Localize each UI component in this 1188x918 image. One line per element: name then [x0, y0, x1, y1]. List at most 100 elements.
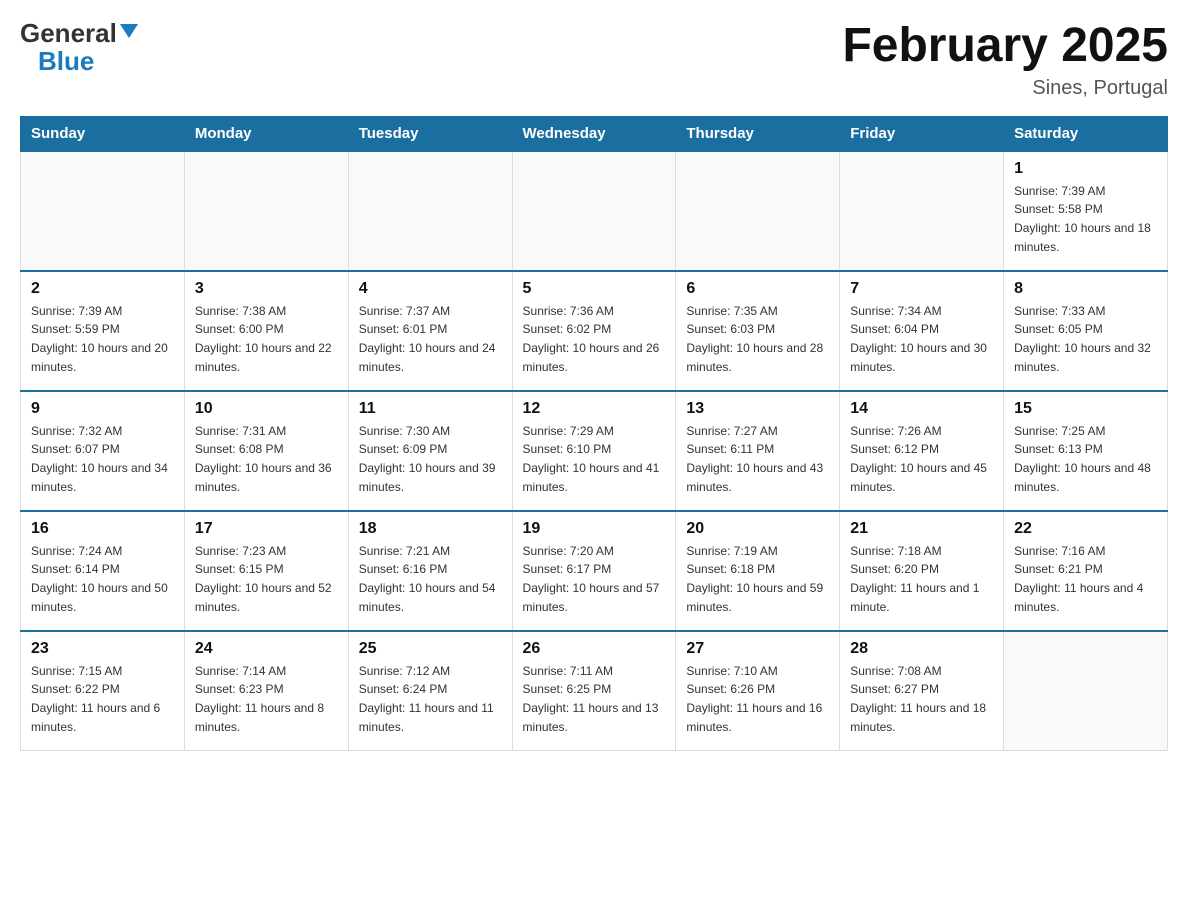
table-row: 16 Sunrise: 7:24 AM Sunset: 6:14 PM Dayli…: [21, 511, 185, 631]
day-info: Sunrise: 7:32 AM Sunset: 6:07 PM Dayligh…: [31, 422, 174, 496]
day-number: 21: [850, 520, 993, 538]
table-row: [184, 151, 348, 271]
calendar-week-row: 16 Sunrise: 7:24 AM Sunset: 6:14 PM Dayli…: [21, 511, 1168, 631]
table-row: 12 Sunrise: 7:29 AM Sunset: 6:10 PM Dayli…: [512, 391, 676, 511]
table-row: 1 Sunrise: 7:39 AM Sunset: 5:58 PM Daylig…: [1004, 151, 1168, 271]
table-row: 14Sunrise: 7:26 AM Sunset: 6:12 PM Dayli…: [840, 391, 1004, 511]
day-number: 16: [31, 520, 174, 538]
day-number: 2: [31, 280, 174, 298]
table-row: [1004, 631, 1168, 751]
day-info: Sunrise: 7:29 AM Sunset: 6:10 PM Dayligh…: [523, 422, 666, 496]
month-title: February 2025: [842, 20, 1168, 73]
day-info: Sunrise: 7:10 AM Sunset: 6:26 PM Dayligh…: [686, 662, 829, 736]
calendar-table: Sunday Monday Tuesday Wednesday Thursday…: [20, 116, 1168, 752]
table-row: [21, 151, 185, 271]
day-info: Sunrise: 7:16 AM Sunset: 6:21 PM Dayligh…: [1014, 542, 1157, 616]
day-number: 4: [359, 280, 502, 298]
calendar-header-row: Sunday Monday Tuesday Wednesday Thursday…: [21, 116, 1168, 151]
table-row: 13 Sunrise: 7:27 AM Sunset: 6:11 PM Dayli…: [676, 391, 840, 511]
day-info: Sunrise: 7:15 AM Sunset: 6:22 PM Dayligh…: [31, 662, 174, 736]
table-row: 20 Sunrise: 7:19 AM Sunset: 6:18 PM Dayli…: [676, 511, 840, 631]
table-row: [348, 151, 512, 271]
day-number: 7: [850, 280, 993, 298]
day-number: 22: [1014, 520, 1157, 538]
table-row: 4 Sunrise: 7:37 AM Sunset: 6:01 PM Daylig…: [348, 271, 512, 391]
title-block: February 2025 Sines, Portugal: [842, 20, 1168, 100]
table-row: 5 Sunrise: 7:36 AM Sunset: 6:02 PM Daylig…: [512, 271, 676, 391]
day-info: Sunrise: 7:14 AM Sunset: 6:23 PM Dayligh…: [195, 662, 338, 736]
day-number: 24: [195, 640, 338, 658]
day-info: Sunrise: 7:19 AM Sunset: 6:18 PM Dayligh…: [686, 542, 829, 616]
day-number: 15: [1014, 400, 1157, 418]
col-monday: Monday: [184, 116, 348, 151]
table-row: 18 Sunrise: 7:21 AM Sunset: 6:16 PM Dayli…: [348, 511, 512, 631]
table-row: 6 Sunrise: 7:35 AM Sunset: 6:03 PM Daylig…: [676, 271, 840, 391]
day-number: 1: [1014, 160, 1157, 178]
table-row: 15 Sunrise: 7:25 AM Sunset: 6:13 PM Dayli…: [1004, 391, 1168, 511]
day-number: 5: [523, 280, 666, 298]
logo-triangle-icon: [120, 24, 138, 38]
day-number: 18: [359, 520, 502, 538]
table-row: 21Sunrise: 7:18 AM Sunset: 6:20 PM Dayli…: [840, 511, 1004, 631]
day-number: 25: [359, 640, 502, 658]
day-info: Sunrise: 7:35 AM Sunset: 6:03 PM Dayligh…: [686, 302, 829, 376]
day-info: Sunrise: 7:24 AM Sunset: 6:14 PM Dayligh…: [31, 542, 174, 616]
calendar-week-row: 2 Sunrise: 7:39 AM Sunset: 5:59 PM Daylig…: [21, 271, 1168, 391]
day-number: 12: [523, 400, 666, 418]
day-number: 8: [1014, 280, 1157, 298]
table-row: 7 Sunrise: 7:34 AM Sunset: 6:04 PM Daylig…: [840, 271, 1004, 391]
day-info: Sunrise: 7:33 AM Sunset: 6:05 PM Dayligh…: [1014, 302, 1157, 376]
day-info: Sunrise: 7:37 AM Sunset: 6:01 PM Dayligh…: [359, 302, 502, 376]
day-info: Sunrise: 7:23 AM Sunset: 6:15 PM Dayligh…: [195, 542, 338, 616]
col-thursday: Thursday: [676, 116, 840, 151]
col-friday: Friday: [840, 116, 1004, 151]
day-number: 23: [31, 640, 174, 658]
day-info: Sunrise: 7:30 AM Sunset: 6:09 PM Dayligh…: [359, 422, 502, 496]
table-row: 26Sunrise: 7:11 AM Sunset: 6:25 PM Dayli…: [512, 631, 676, 751]
day-info: Sunrise: 7:31 AM Sunset: 6:08 PM Dayligh…: [195, 422, 338, 496]
table-row: 28 Sunrise: 7:08 AM Sunset: 6:27 PM Dayli…: [840, 631, 1004, 751]
logo-general-text: General: [20, 20, 117, 46]
col-wednesday: Wednesday: [512, 116, 676, 151]
day-number: 10: [195, 400, 338, 418]
table-row: 2 Sunrise: 7:39 AM Sunset: 5:59 PM Daylig…: [21, 271, 185, 391]
day-info: Sunrise: 7:20 AM Sunset: 6:17 PM Dayligh…: [523, 542, 666, 616]
day-info: Sunrise: 7:39 AM Sunset: 5:59 PM Dayligh…: [31, 302, 174, 376]
location: Sines, Portugal: [842, 77, 1168, 100]
day-number: 17: [195, 520, 338, 538]
table-row: 23 Sunrise: 7:15 AM Sunset: 6:22 PM Dayli…: [21, 631, 185, 751]
day-number: 20: [686, 520, 829, 538]
day-info: Sunrise: 7:12 AM Sunset: 6:24 PM Dayligh…: [359, 662, 502, 736]
day-number: 9: [31, 400, 174, 418]
day-info: Sunrise: 7:36 AM Sunset: 6:02 PM Dayligh…: [523, 302, 666, 376]
day-info: Sunrise: 7:39 AM Sunset: 5:58 PM Dayligh…: [1014, 182, 1157, 256]
day-info: Sunrise: 7:27 AM Sunset: 6:11 PM Dayligh…: [686, 422, 829, 496]
day-number: 28: [850, 640, 993, 658]
day-info: Sunrise: 7:25 AM Sunset: 6:13 PM Dayligh…: [1014, 422, 1157, 496]
logo-blue-text: Blue: [38, 46, 94, 76]
col-tuesday: Tuesday: [348, 116, 512, 151]
table-row: 8 Sunrise: 7:33 AM Sunset: 6:05 PM Daylig…: [1004, 271, 1168, 391]
page-header: General Blue February 2025 Sines, Portug…: [20, 20, 1168, 100]
table-row: 22 Sunrise: 7:16 AM Sunset: 6:21 PM Dayli…: [1004, 511, 1168, 631]
table-row: 24 Sunrise: 7:14 AM Sunset: 6:23 PM Dayli…: [184, 631, 348, 751]
col-saturday: Saturday: [1004, 116, 1168, 151]
day-info: Sunrise: 7:11 AM Sunset: 6:25 PM Dayligh…: [523, 662, 666, 736]
logo: General Blue: [20, 20, 138, 77]
table-row: [676, 151, 840, 271]
table-row: [840, 151, 1004, 271]
day-number: 13: [686, 400, 829, 418]
day-number: 27: [686, 640, 829, 658]
day-info: Sunrise: 7:08 AM Sunset: 6:27 PM Dayligh…: [850, 662, 993, 736]
day-info: Sunrise: 7:21 AM Sunset: 6:16 PM Dayligh…: [359, 542, 502, 616]
table-row: 17 Sunrise: 7:23 AM Sunset: 6:15 PM Dayli…: [184, 511, 348, 631]
calendar-week-row: 1 Sunrise: 7:39 AM Sunset: 5:58 PM Daylig…: [21, 151, 1168, 271]
calendar-week-row: 9 Sunrise: 7:32 AM Sunset: 6:07 PM Daylig…: [21, 391, 1168, 511]
day-number: 6: [686, 280, 829, 298]
day-info: Sunrise: 7:34 AM Sunset: 6:04 PM Dayligh…: [850, 302, 993, 376]
table-row: [512, 151, 676, 271]
table-row: 25 Sunrise: 7:12 AM Sunset: 6:24 PM Dayli…: [348, 631, 512, 751]
day-number: 19: [523, 520, 666, 538]
calendar-week-row: 23 Sunrise: 7:15 AM Sunset: 6:22 PM Dayli…: [21, 631, 1168, 751]
table-row: 10 Sunrise: 7:31 AM Sunset: 6:08 PM Dayli…: [184, 391, 348, 511]
